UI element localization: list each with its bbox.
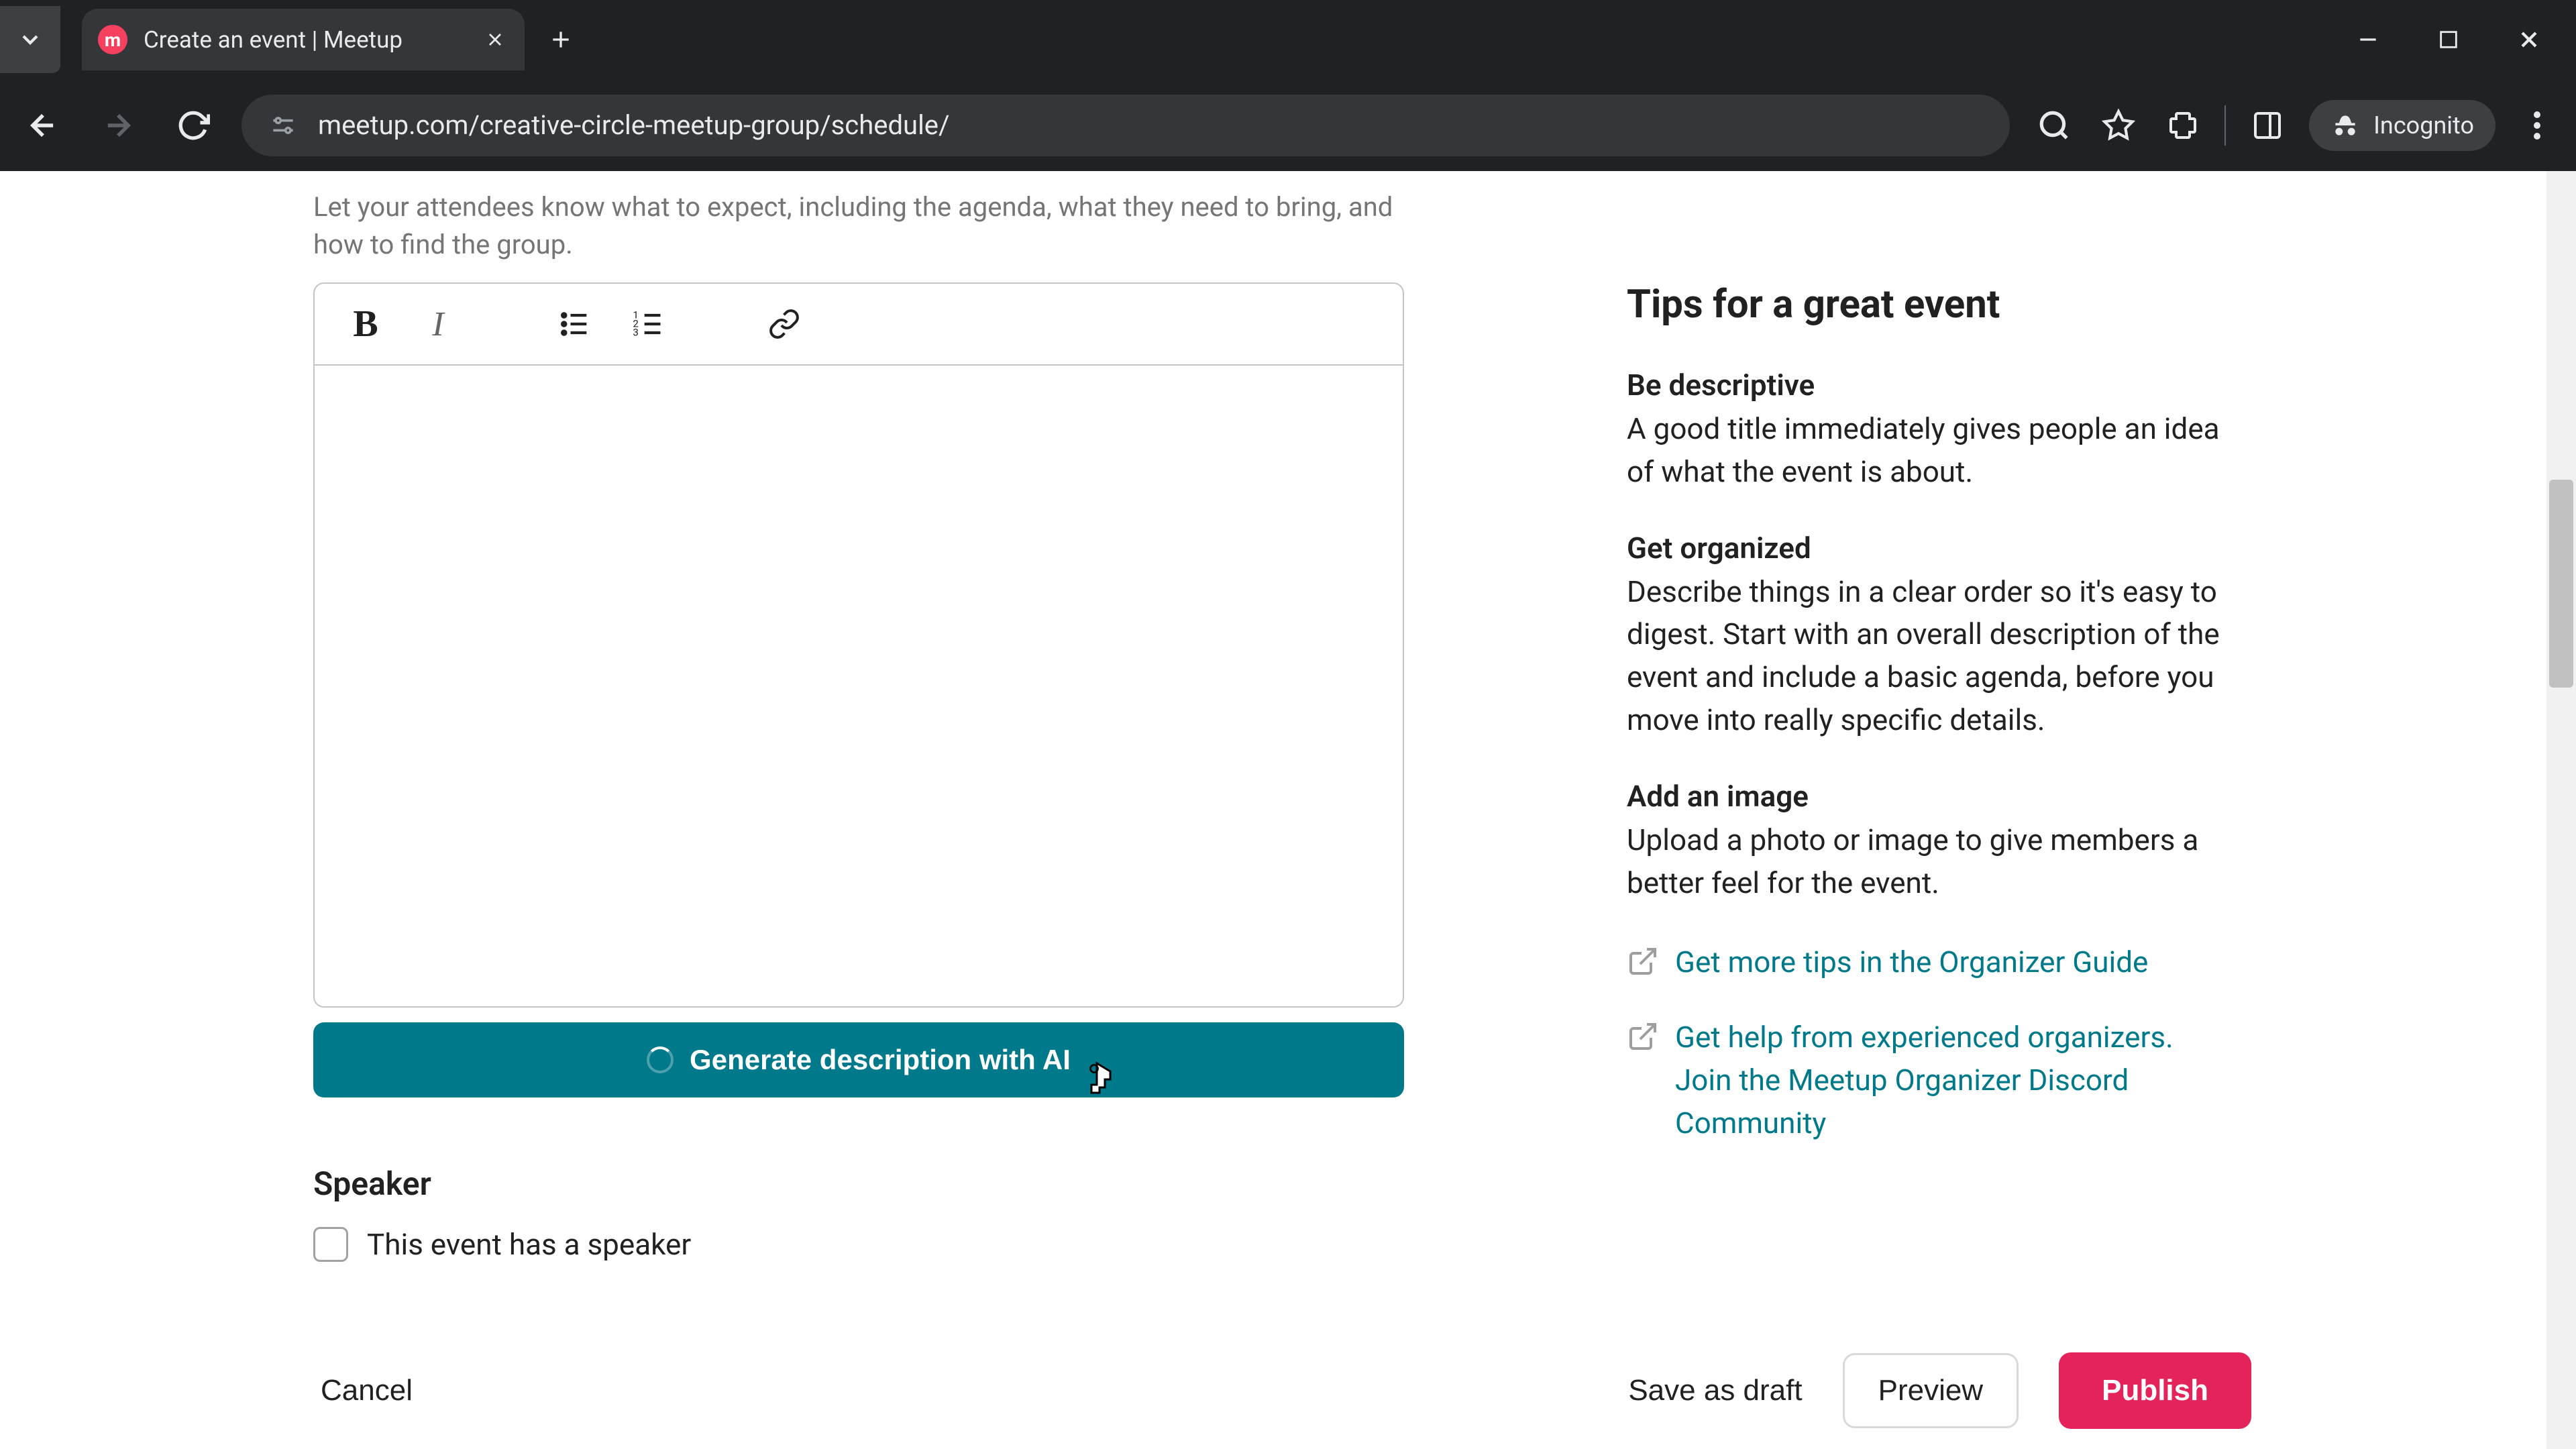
description-hint: Let your attendees know what to expect, … <box>313 171 1400 264</box>
ai-button-label: Generate description with AI <box>690 1044 1071 1076</box>
site-settings-icon[interactable] <box>268 111 298 140</box>
speaker-checkbox-row[interactable]: This event has a speaker <box>313 1227 2576 1262</box>
url-text: meetup.com/creative-circle-meetup-group/… <box>318 109 950 141</box>
tips-link-text: Get more tips in the Organizer Guide <box>1675 941 2148 984</box>
close-tab-button[interactable] <box>482 26 508 53</box>
tip-body: A good title immediately gives people an… <box>1627 408 2224 494</box>
meetup-favicon-icon: m <box>98 25 127 54</box>
back-button[interactable] <box>16 99 70 152</box>
publish-button[interactable]: Publish <box>2059 1352 2251 1429</box>
svg-text:3: 3 <box>633 326 639 338</box>
tips-link-guide[interactable]: Get more tips in the Organizer Guide <box>1627 941 2224 984</box>
reload-button[interactable] <box>166 99 220 152</box>
extensions-icon[interactable] <box>2160 103 2206 148</box>
nav-bar: meetup.com/creative-circle-meetup-group/… <box>0 79 2576 171</box>
editor-toolbar: B I 123 <box>315 284 1403 366</box>
preview-button[interactable]: Preview <box>1843 1353 2019 1428</box>
window-controls <box>2348 19 2576 60</box>
tab-title: Create an event | Meetup <box>144 26 466 54</box>
close-window-button[interactable] <box>2509 19 2549 60</box>
tip-item: Be descriptive A good title immediately … <box>1627 368 2224 494</box>
tip-title: Be descriptive <box>1627 368 2224 402</box>
incognito-icon <box>2330 111 2360 140</box>
new-tab-button[interactable] <box>541 19 581 60</box>
speaker-section: Speaker This event has a speaker <box>313 1165 2576 1262</box>
incognito-label: Incognito <box>2373 111 2474 140</box>
speaker-checkbox[interactable] <box>313 1227 348 1262</box>
speaker-checkbox-label: This event has a speaker <box>367 1227 691 1262</box>
tip-item: Add an image Upload a photo or image to … <box>1627 779 2224 905</box>
maximize-button[interactable] <box>2428 19 2469 60</box>
tips-sidebar: Tips for a great event Be descriptive A … <box>1627 282 2224 1177</box>
external-link-icon <box>1627 945 1659 977</box>
page-viewport: Let your attendees know what to expect, … <box>0 171 2576 1449</box>
tab-bar: m Create an event | Meetup <box>0 0 2576 79</box>
tab-search-dropdown[interactable] <box>0 6 60 73</box>
bold-button[interactable]: B <box>341 300 390 348</box>
bookmark-icon[interactable] <box>2096 103 2141 148</box>
browser-chrome: m Create an event | Meetup <box>0 0 2576 171</box>
tip-title: Get organized <box>1627 531 2224 566</box>
spinner-icon <box>647 1046 674 1073</box>
tips-link-discord[interactable]: Get help from experienced organizers. Jo… <box>1627 1016 2224 1144</box>
menu-button[interactable] <box>2514 103 2560 148</box>
link-button[interactable] <box>760 300 808 348</box>
italic-button[interactable]: I <box>414 300 462 348</box>
description-editor: B I 123 <box>313 282 1404 1008</box>
tip-item: Get organized Describe things in a clear… <box>1627 531 2224 742</box>
external-link-icon <box>1627 1020 1659 1053</box>
action-bar: Cancel Save as draft Preview Publish <box>0 1332 2546 1449</box>
tips-heading: Tips for a great event <box>1627 282 2224 327</box>
forward-button[interactable] <box>91 99 145 152</box>
tip-body: Describe things in a clear order so it's… <box>1627 571 2224 742</box>
bulleted-list-button[interactable] <box>551 300 599 348</box>
description-textarea[interactable] <box>315 366 1403 1006</box>
tips-link-text: Get help from experienced organizers. Jo… <box>1675 1016 2224 1144</box>
sidepanel-icon[interactable] <box>2245 103 2290 148</box>
cancel-button[interactable]: Cancel <box>321 1374 413 1407</box>
search-icon[interactable] <box>2031 103 2077 148</box>
minimize-button[interactable] <box>2348 19 2388 60</box>
url-bar[interactable]: meetup.com/creative-circle-meetup-group/… <box>241 95 2010 156</box>
incognito-badge[interactable]: Incognito <box>2309 100 2496 151</box>
speaker-heading: Speaker <box>313 1165 2576 1203</box>
tip-title: Add an image <box>1627 779 2224 814</box>
tip-body: Upload a photo or image to give members … <box>1627 819 2224 905</box>
browser-tab[interactable]: m Create an event | Meetup <box>82 9 525 70</box>
save-draft-button[interactable]: Save as draft <box>1628 1374 1802 1407</box>
numbered-list-button[interactable]: 123 <box>623 300 672 348</box>
generate-ai-button[interactable]: Generate description with AI <box>313 1022 1404 1097</box>
